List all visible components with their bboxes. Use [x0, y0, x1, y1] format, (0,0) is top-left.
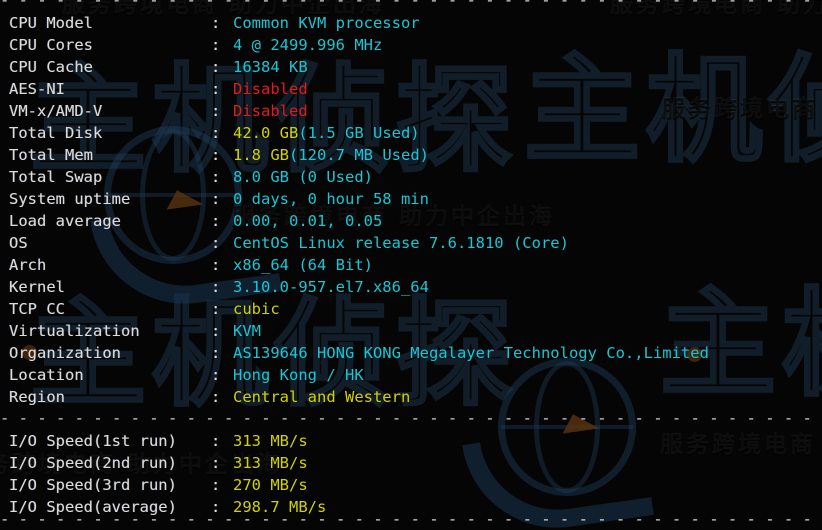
- sysinfo-value: Central and Western: [233, 388, 411, 406]
- sysinfo-label: AES-NI: [9, 80, 65, 98]
- sysinfo-value: 4 @ 2499.996 MHz: [233, 36, 383, 54]
- sysinfo-row: System uptime:0 days, 0 hour 58 min: [0, 188, 429, 210]
- sysinfo-row: Organization: AS139646 HONG KONG Megalaye…: [0, 342, 709, 364]
- sysinfo-row: Total Mem:1.8 GB (120.7 MB Used): [0, 144, 429, 166]
- colon-separator: :: [211, 190, 221, 208]
- sysinfo-label: Virtualization: [9, 322, 140, 340]
- sysinfo-value: KVM: [233, 322, 261, 340]
- sysinfo-label: OS: [9, 234, 28, 252]
- sysinfo-label: Kernel: [9, 278, 65, 296]
- colon-separator: :: [211, 300, 221, 318]
- colon-separator: :: [211, 344, 221, 362]
- colon-separator: :: [211, 366, 221, 384]
- watermark-tagline: 服务跨境电商 助力中企出海: [660, 432, 822, 458]
- sysinfo-value: 3.10.0-957.el7.x86_64: [233, 278, 429, 296]
- sysinfo-label: CPU Model: [9, 14, 93, 32]
- colon-separator: :: [211, 14, 221, 32]
- sysinfo-label: CPU Cores: [9, 36, 93, 54]
- colon-separator: :: [211, 388, 221, 406]
- sysinfo-label: TCP CC: [9, 300, 65, 318]
- sysinfo-row: Kernel:3.10.0-957.el7.x86_64: [0, 276, 429, 298]
- sysinfo-row: CPU Model: Common KVM processor: [0, 12, 420, 34]
- iospeed-value: 313 MB/s: [233, 454, 308, 472]
- colon-separator: :: [211, 58, 221, 76]
- colon-separator: :: [211, 432, 221, 450]
- sysinfo-value: 0.00, 0.01, 0.05: [233, 212, 383, 230]
- separator-middle: - - - - - - - - - - - - - - - - - - - - …: [0, 409, 822, 427]
- sysinfo-value: AS139646 HONG KONG Megalayer Technology …: [233, 344, 709, 362]
- colon-separator: :: [211, 146, 221, 164]
- terminal-window: 主机侦探 主机侦探 主机侦探 主机侦探 服务跨境电商 助力中企出海 服务跨境电商…: [0, 0, 822, 530]
- colon-separator: :: [211, 80, 221, 98]
- sysinfo-label: Location: [9, 366, 84, 384]
- sysinfo-row: VM-x/AMD-V: Disabled: [0, 100, 308, 122]
- sysinfo-label: VM-x/AMD-V: [9, 102, 103, 120]
- sysinfo-label: Total Swap: [9, 168, 103, 186]
- sysinfo-value: Hong Kong / HK: [233, 366, 364, 384]
- sysinfo-value: cubic: [233, 300, 280, 318]
- colon-separator: :: [211, 212, 221, 230]
- sysinfo-value: CentOS Linux release 7.6.1810 (Core): [233, 234, 569, 252]
- iospeed-label: I/O Speed(1st run): [9, 432, 177, 450]
- sysinfo-row: AES-NI: Disabled: [0, 78, 308, 100]
- colon-separator: :: [211, 234, 221, 252]
- iospeed-row: I/O Speed(3rd run):270 MB/s: [0, 474, 308, 496]
- sysinfo-row: Region: Central and Western: [0, 386, 410, 408]
- sysinfo-label: Arch: [9, 256, 47, 274]
- iospeed-row: I/O Speed(2nd run):313 MB/s: [0, 452, 308, 474]
- sysinfo-row: Location: Hong Kong / HK: [0, 364, 364, 386]
- colon-separator: :: [211, 278, 221, 296]
- sysinfo-label: Total Mem: [9, 146, 93, 164]
- sysinfo-row: Virtualization: KVM: [0, 320, 261, 342]
- sysinfo-row: CPU Cores:4 @ 2499.996 MHz: [0, 34, 382, 56]
- sysinfo-row: Arch: x86_64 (64 Bit): [0, 254, 373, 276]
- sysinfo-value: Disabled: [233, 102, 308, 120]
- sysinfo-row: OS: CentOS Linux release 7.6.1810 (Core): [0, 232, 569, 254]
- separator-top: - - - - - - - - - - - - - - - - - - - - …: [0, 0, 822, 9]
- watermark-brand-text: 主机侦探: [523, 43, 822, 178]
- sysinfo-value: x86_64 (64 Bit): [233, 256, 373, 274]
- sysinfo-label: CPU Cache: [9, 58, 93, 76]
- colon-separator: :: [211, 36, 221, 54]
- sysinfo-row: Load average:0.00, 0.01, 0.05: [0, 210, 382, 232]
- sysinfo-label: Organization: [9, 344, 121, 362]
- sysinfo-value: 16384 KB: [233, 58, 308, 76]
- colon-separator: :: [211, 256, 221, 274]
- colon-separator: :: [211, 124, 221, 142]
- watermark-tagline: 服务跨境电商 助力中企出海: [662, 96, 822, 122]
- sysinfo-row: Total Disk:42.0 GB (1.5 GB Used): [0, 122, 420, 144]
- iospeed-value: 270 MB/s: [233, 476, 308, 494]
- sysinfo-row: CPU Cache:16384 KB: [0, 56, 308, 78]
- iospeed-row: I/O Speed(1st run):313 MB/s: [0, 430, 308, 452]
- sysinfo-value: 42.0 GB: [233, 124, 299, 142]
- sysinfo-value: Common KVM processor: [233, 14, 420, 32]
- iospeed-value: 313 MB/s: [233, 432, 308, 450]
- sysinfo-label: Region: [9, 388, 65, 406]
- iospeed-label: I/O Speed(2nd run): [9, 454, 177, 472]
- colon-separator: :: [211, 454, 221, 472]
- sysinfo-label: Total Disk: [9, 124, 103, 142]
- sysinfo-label: Load average: [9, 212, 121, 230]
- colon-separator: :: [211, 322, 221, 340]
- colon-separator: :: [211, 476, 221, 494]
- sysinfo-label: System uptime: [9, 190, 131, 208]
- colon-separator: :: [211, 102, 221, 120]
- sysinfo-value: 0 days, 0 hour 58 min: [233, 190, 429, 208]
- sysinfo-value: 8.0 GB (0 Used): [233, 168, 373, 186]
- sysinfo-value-detail: (1.5 GB Used): [298, 124, 420, 142]
- iospeed-label: I/O Speed(3rd run): [9, 476, 177, 494]
- sysinfo-row: TCP CC: cubic: [0, 298, 280, 320]
- sysinfo-value: Disabled: [233, 80, 308, 98]
- sysinfo-row: Total Swap:8.0 GB (0 Used): [0, 166, 373, 188]
- sysinfo-value: 1.8 GB: [233, 146, 289, 164]
- colon-separator: :: [211, 168, 221, 186]
- sysinfo-value-detail: (120.7 MB Used): [289, 146, 429, 164]
- separator-bottom: - - - - - - - - - - - - - - - - - - - - …: [0, 510, 822, 528]
